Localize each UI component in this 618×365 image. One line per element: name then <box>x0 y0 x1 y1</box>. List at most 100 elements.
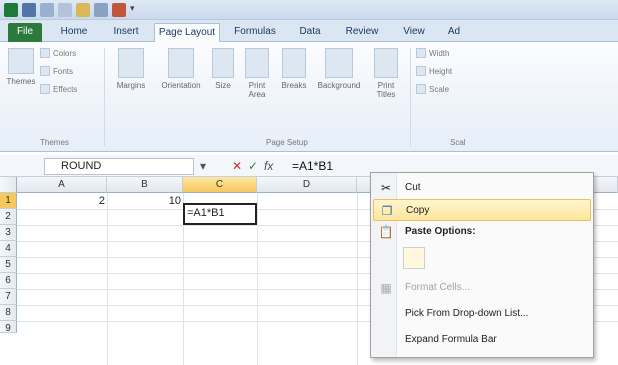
height-icon <box>416 66 426 76</box>
background-button[interactable]: Background <box>312 48 366 90</box>
colors-button[interactable]: Colors <box>40 48 76 58</box>
customize-qat-icon[interactable]: ▾ <box>130 3 144 17</box>
orientation-button[interactable]: Orientation <box>156 48 206 90</box>
background-icon <box>325 48 353 78</box>
tab-home[interactable]: Home <box>50 23 98 42</box>
tab-insert[interactable]: Insert <box>104 23 148 42</box>
formula-input[interactable]: =A1*B1 <box>292 159 333 173</box>
themes-group-label: Themes <box>40 138 69 147</box>
chart-icon[interactable] <box>112 3 126 17</box>
fonts-button[interactable]: Fonts <box>40 66 73 76</box>
effects-label: Effects <box>53 84 78 94</box>
menu-item-format-cells[interactable]: ▦ Format Cells... <box>373 277 591 299</box>
scale-icon <box>416 84 426 94</box>
breaks-button[interactable]: Breaks <box>278 48 310 90</box>
format-cells-icon: ▦ <box>380 281 392 295</box>
name-box[interactable]: ROUND <box>44 158 194 175</box>
fonts-label: Fonts <box>53 66 74 76</box>
row-header-4[interactable]: 4 <box>0 241 17 257</box>
tab-page-layout[interactable]: Page Layout <box>154 23 220 42</box>
save-icon[interactable] <box>22 3 36 17</box>
context-menu: ✂ Cut ❐ Copy 📋 Paste Options: ▦ Format C… <box>370 172 594 358</box>
print-titles-button[interactable]: Print Titles <box>370 48 402 99</box>
cell-b1[interactable]: 10 <box>107 194 181 210</box>
ribbon-tabs: File Home Insert Page Layout Formulas Da… <box>0 20 618 42</box>
tab-data[interactable]: Data <box>290 23 330 42</box>
effects-button[interactable]: Effects <box>40 84 77 94</box>
print-preview-icon[interactable] <box>94 3 108 17</box>
colors-label: Colors <box>53 48 77 58</box>
scale-label: Scale <box>429 84 450 94</box>
undo-icon[interactable] <box>40 3 54 17</box>
breaks-label: Breaks <box>281 81 307 90</box>
insert-function-icon[interactable]: fx <box>264 159 273 173</box>
themes-icon <box>8 48 34 74</box>
background-label: Background <box>317 81 361 90</box>
menu-item-label: Paste Options: <box>405 226 476 237</box>
scale-control[interactable]: Scale <box>416 84 449 94</box>
row-header-9[interactable]: 9 <box>0 321 17 334</box>
gridline <box>357 193 358 365</box>
margins-button[interactable]: Margins <box>110 48 152 90</box>
scissors-icon: ✂ <box>380 181 392 195</box>
menu-item-label: Pick From Drop-down List... <box>405 308 529 319</box>
width-control[interactable]: Width <box>416 48 449 58</box>
print-area-icon <box>245 48 269 78</box>
group-separator <box>104 48 105 146</box>
column-header-c[interactable]: C <box>183 177 257 193</box>
menu-item-label: Expand Formula Bar <box>405 334 497 345</box>
cell-c1-editing[interactable]: =A1*B1 <box>183 203 257 225</box>
name-box-dropdown-icon[interactable]: ▾ <box>200 159 206 173</box>
tab-formulas[interactable]: Formulas <box>226 23 284 42</box>
orientation-icon <box>168 48 194 78</box>
select-all-corner[interactable] <box>0 177 17 193</box>
tab-review[interactable]: Review <box>338 23 386 42</box>
redo-icon[interactable] <box>58 3 72 17</box>
row-header-1[interactable]: 1 <box>0 193 17 209</box>
menu-item-label: Copy <box>406 205 430 216</box>
row-header-3[interactable]: 3 <box>0 225 17 241</box>
column-header-a[interactable]: A <box>17 177 107 193</box>
fonts-icon <box>40 66 50 76</box>
print-area-button[interactable]: Print Area <box>240 48 274 99</box>
paste-icon: 📋 <box>378 225 394 239</box>
row-header-7[interactable]: 7 <box>0 289 17 305</box>
menu-item-copy[interactable]: ❐ Copy <box>373 199 591 221</box>
width-label: Width <box>429 48 450 58</box>
tab-view[interactable]: View <box>394 23 434 42</box>
group-separator <box>410 48 411 146</box>
orientation-label: Orientation <box>161 81 201 90</box>
menu-item-paste-option[interactable] <box>373 245 591 271</box>
print-titles-label: Print Titles <box>376 81 396 99</box>
print-area-label: Print Area <box>248 81 266 99</box>
colors-icon <box>40 48 50 58</box>
breaks-icon <box>282 48 306 78</box>
row-header-8[interactable]: 8 <box>0 305 17 321</box>
size-icon <box>212 48 234 78</box>
cell-a1[interactable]: 2 <box>17 194 105 210</box>
quick-access-toolbar: ▾ <box>4 3 144 17</box>
tab-file[interactable]: File <box>8 23 42 42</box>
height-control[interactable]: Height <box>416 66 452 76</box>
themes-button[interactable]: Themes <box>6 48 36 86</box>
enter-icon[interactable]: ✓ <box>248 159 258 173</box>
row-header-5[interactable]: 5 <box>0 257 17 273</box>
paste-option-icon[interactable] <box>403 247 425 269</box>
height-label: Height <box>429 66 453 76</box>
print-titles-icon <box>374 48 398 78</box>
width-icon <box>416 48 426 58</box>
column-header-b[interactable]: B <box>107 177 183 193</box>
tab-add-ins[interactable]: Ad <box>442 23 466 42</box>
margins-label: Margins <box>116 81 146 90</box>
menu-item-pick-from-list[interactable]: Pick From Drop-down List... <box>373 303 591 325</box>
menu-item-expand-formula-bar[interactable]: Expand Formula Bar <box>373 329 591 351</box>
row-header-2[interactable]: 2 <box>0 209 17 225</box>
copy-icon: ❐ <box>381 204 393 218</box>
column-header-d[interactable]: D <box>257 177 357 193</box>
ribbon: Themes Colors Fonts Effects Themes Margi… <box>0 42 618 152</box>
open-icon[interactable] <box>76 3 90 17</box>
menu-item-cut[interactable]: ✂ Cut <box>373 177 591 199</box>
row-header-6[interactable]: 6 <box>0 273 17 289</box>
size-button[interactable]: Size <box>210 48 236 90</box>
cancel-icon[interactable]: ✕ <box>232 159 242 173</box>
